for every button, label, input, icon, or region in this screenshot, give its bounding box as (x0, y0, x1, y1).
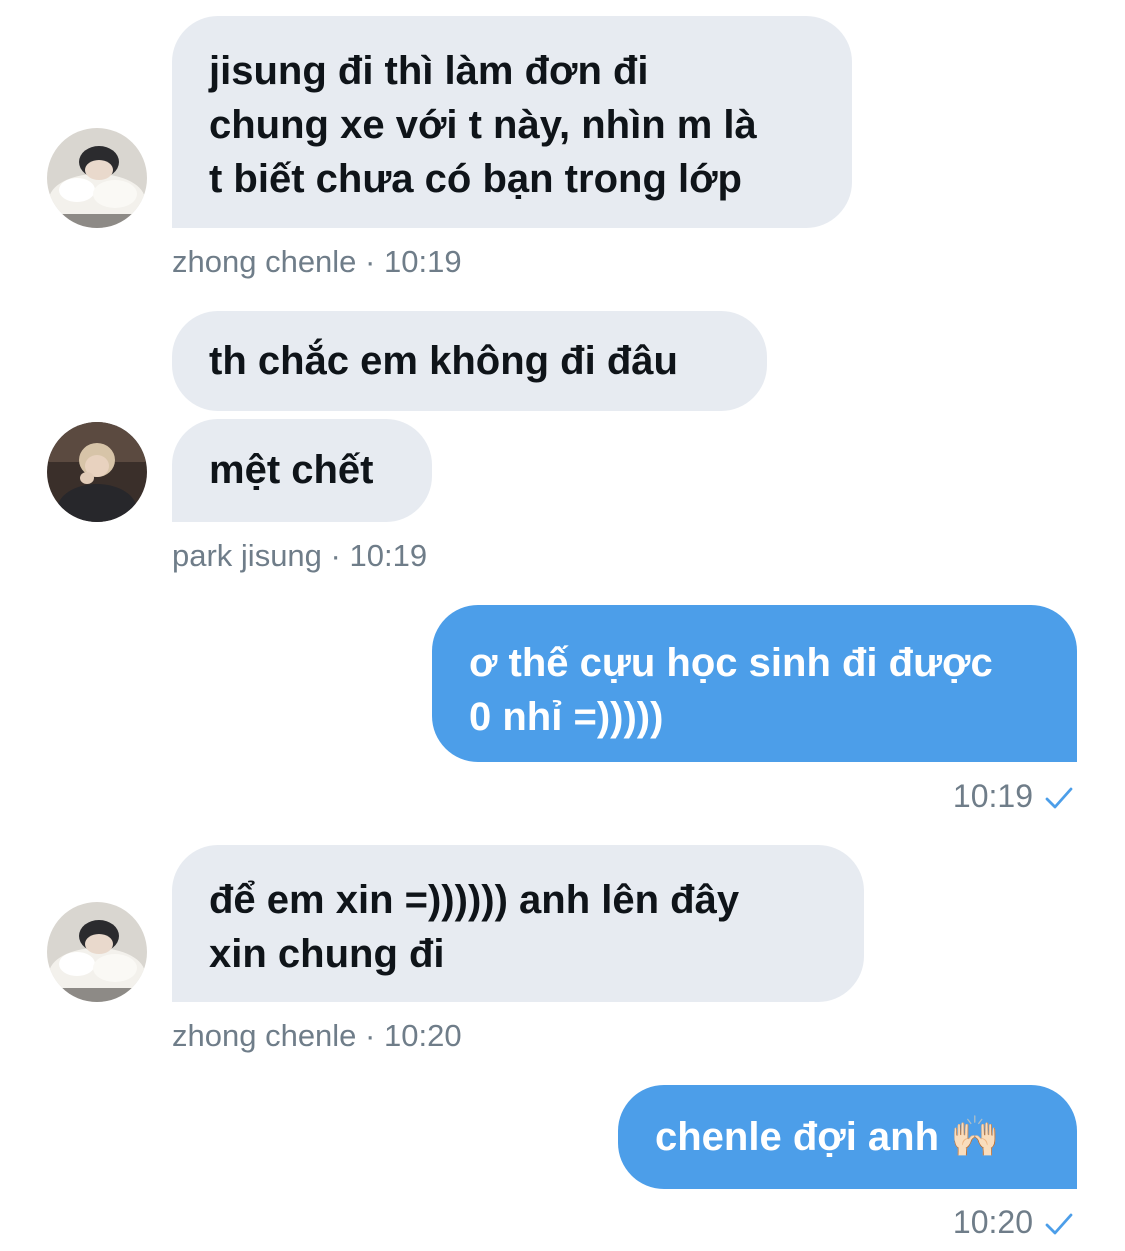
message-text-line: mệt chết (209, 448, 374, 492)
message-bubble-incoming[interactable]: th chắc em không đi đâu (172, 311, 767, 411)
separator: · (356, 244, 384, 279)
message-bubble-incoming[interactable]: jisung đi thì làm đơn đi chung xe với t … (172, 16, 852, 228)
message-meta: zhong chenle · 10:19 (172, 242, 462, 282)
timestamp: 10:20 (384, 1018, 462, 1053)
message-text-line: chenle đợi anh 🙌🏻 (655, 1115, 1000, 1159)
message-text-line: chung xe với t này, nhìn m là (209, 103, 757, 147)
timestamp: 10:20 (952, 1204, 1033, 1240)
separator: · (356, 1018, 384, 1053)
message-meta: zhong chenle · 10:20 (172, 1016, 462, 1056)
message-bubble-outgoing[interactable]: ơ thế cựu học sinh đi được 0 nhỉ =))))) (432, 605, 1077, 762)
avatar-jisung[interactable] (47, 422, 147, 522)
check-icon (1045, 1205, 1073, 1245)
message-text-line: ơ thế cựu học sinh đi được (469, 641, 993, 685)
message-meta: park jisung · 10:19 (172, 536, 427, 576)
avatar-chenle[interactable] (47, 902, 147, 1002)
message-bubble-incoming[interactable]: để em xin =)))))) anh lên đây xin chung … (172, 845, 864, 1002)
message-text-line: để em xin =)))))) anh lên đây (209, 878, 740, 922)
separator: · (321, 538, 350, 573)
timestamp: 10:19 (384, 244, 462, 279)
message-bubble-outgoing[interactable]: chenle đợi anh 🙌🏻 (618, 1085, 1077, 1189)
timestamp: 10:19 (952, 778, 1033, 814)
message-text-line: th chắc em không đi đâu (209, 339, 678, 383)
sender-name: zhong chenle (172, 1018, 357, 1053)
check-icon (1045, 779, 1073, 819)
message-meta: 10:20 (953, 1202, 1073, 1245)
message-bubble-incoming[interactable]: mệt chết (172, 419, 432, 522)
message-text-line: xin chung đi (209, 932, 445, 976)
avatar-chenle[interactable] (47, 128, 147, 228)
sender-name: zhong chenle (172, 244, 357, 279)
timestamp: 10:19 (349, 538, 428, 573)
message-meta: 10:19 (953, 776, 1073, 819)
message-text-line: t biết chưa có bạn trong lớp (209, 157, 742, 201)
sender-name: park jisung (172, 538, 322, 573)
message-text-line: 0 nhỉ =))))) (469, 695, 664, 739)
message-text-line: jisung đi thì làm đơn đi (209, 49, 649, 93)
